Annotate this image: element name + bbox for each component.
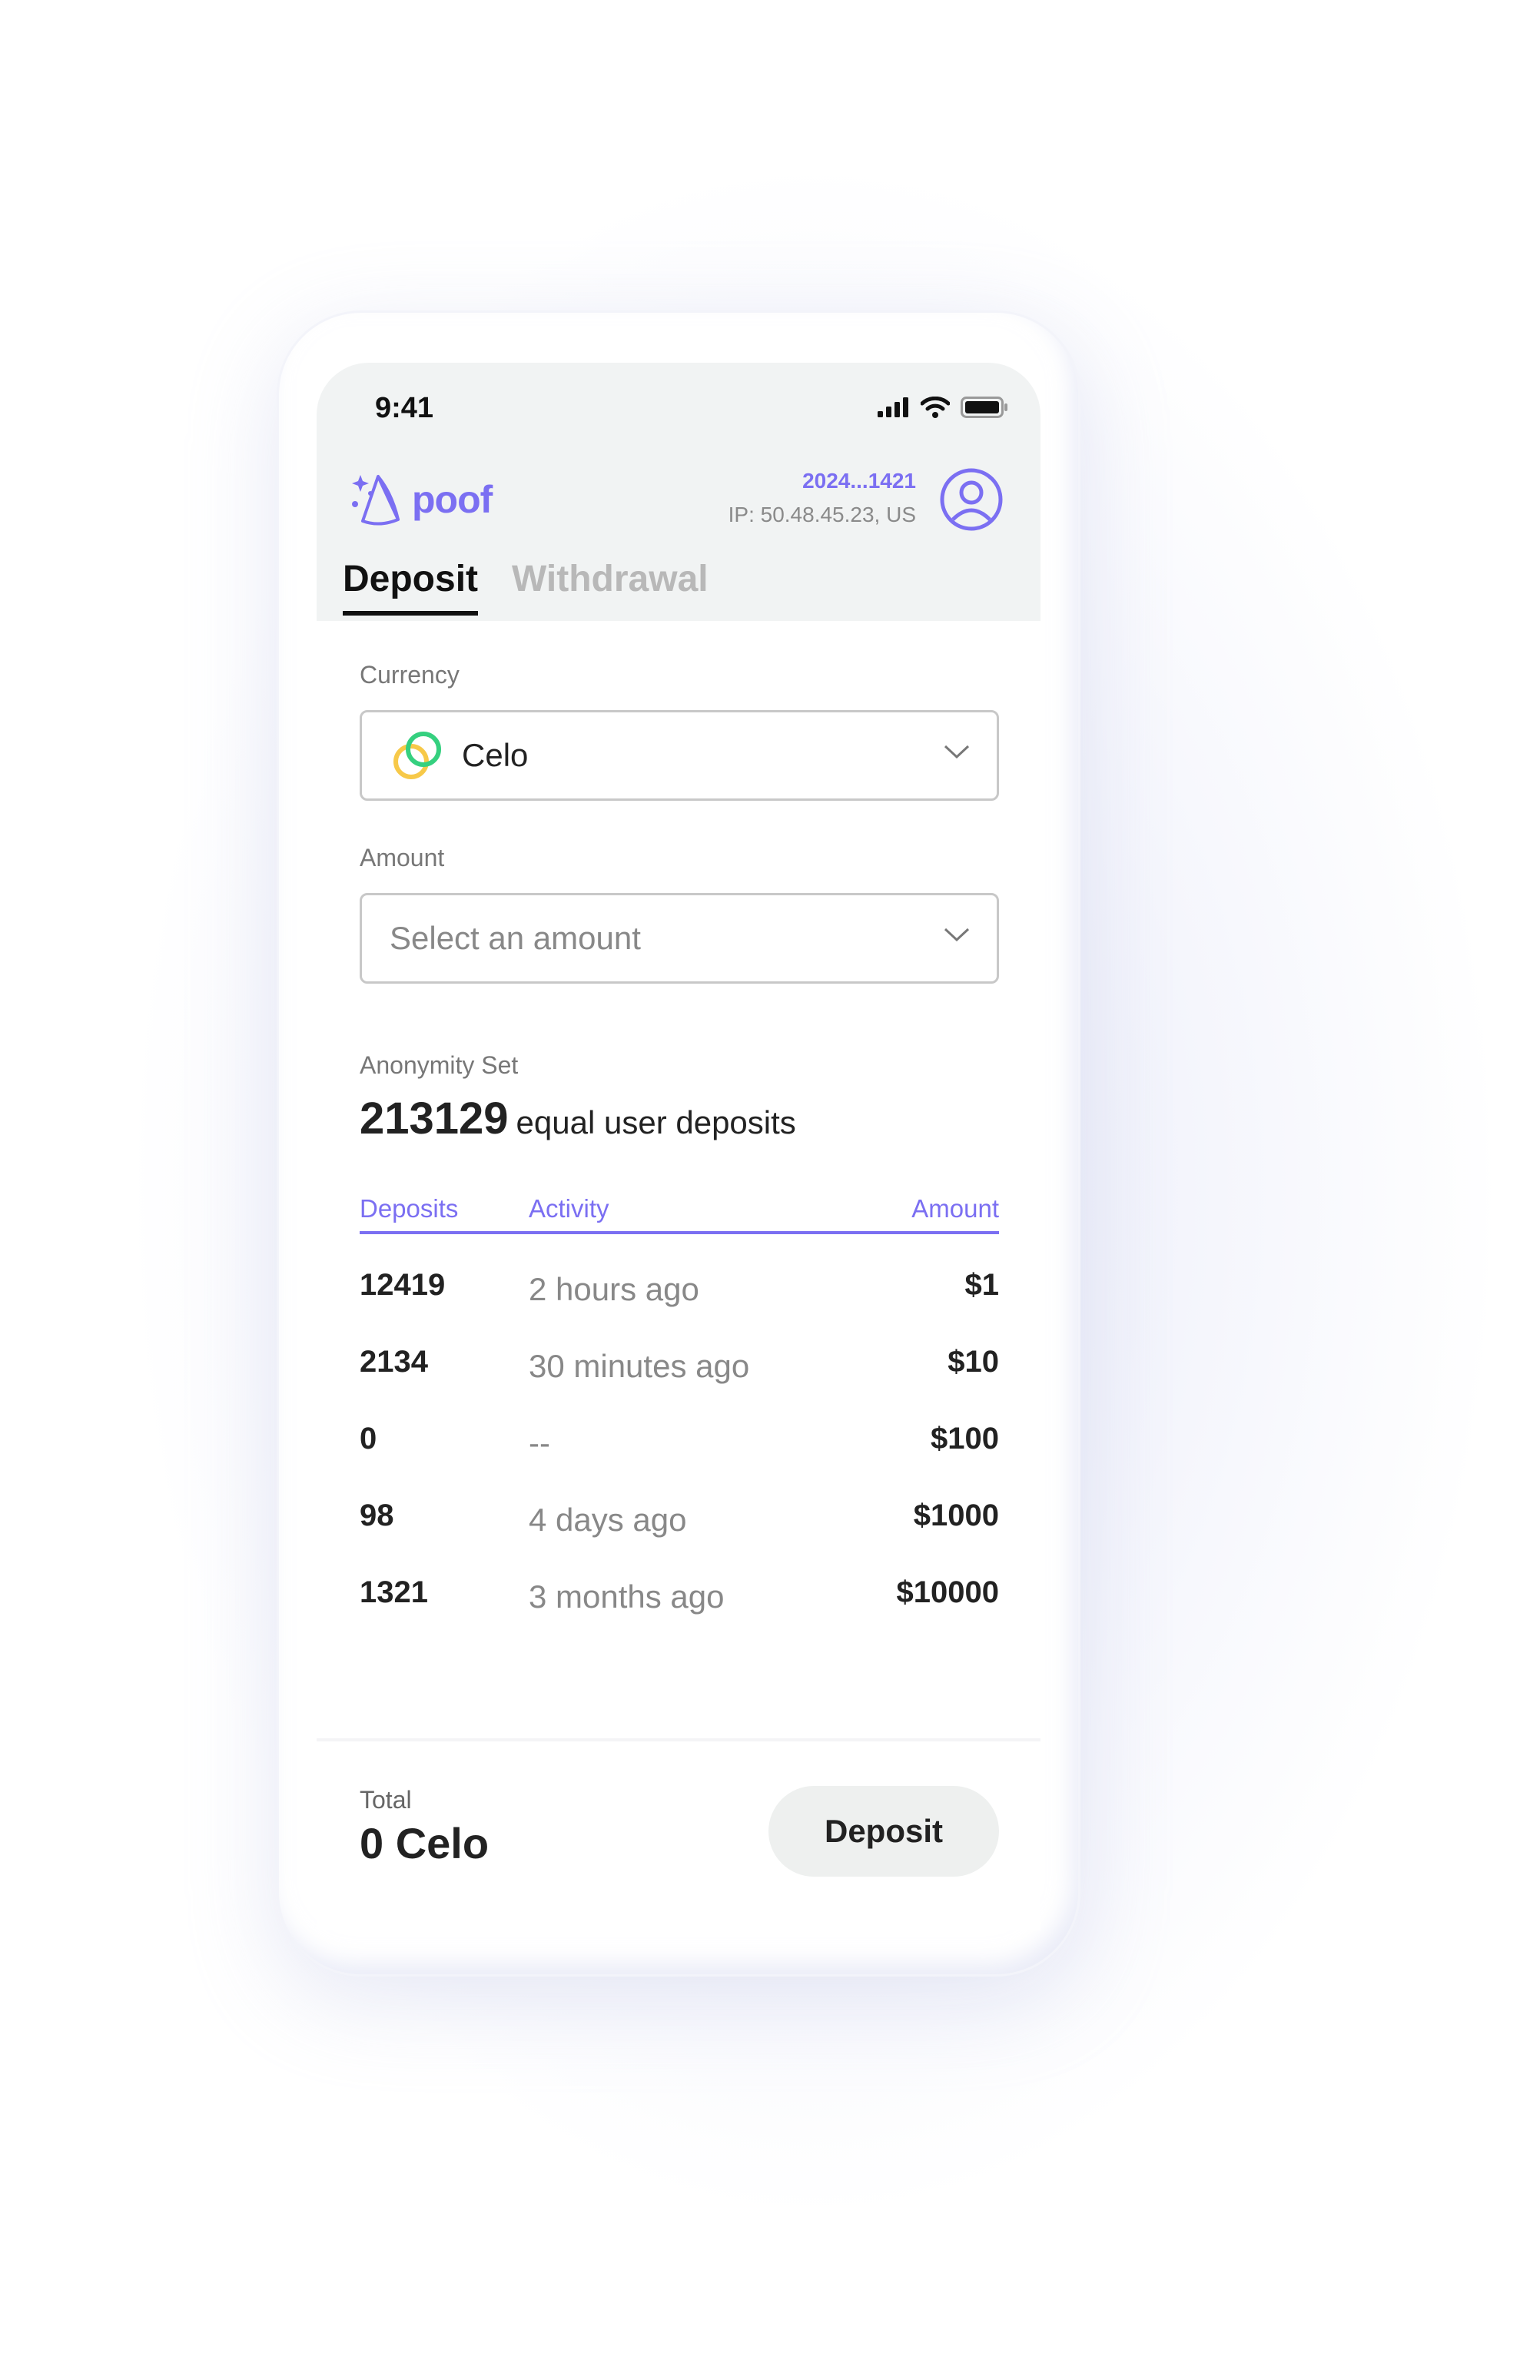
- table-row[interactable]: 2134 30 minutes ago $10: [360, 1345, 999, 1406]
- wizard-hat-icon: [352, 475, 400, 526]
- chevron-down-icon: [944, 745, 970, 759]
- total-label: Total: [360, 1786, 412, 1814]
- amount-cell: $1000: [913, 1499, 999, 1532]
- status-time: 9:41: [375, 392, 434, 424]
- deposit-button[interactable]: Deposit: [768, 1786, 999, 1877]
- table-row[interactable]: 12419 2 hours ago $1: [360, 1268, 999, 1329]
- user-avatar-icon[interactable]: [939, 467, 1004, 532]
- currency-select[interactable]: Celo: [360, 710, 999, 801]
- amount-cell: $1: [964, 1268, 1000, 1302]
- activity-cell: 2 hours ago: [529, 1271, 699, 1307]
- poof-logo[interactable]: poof: [352, 470, 493, 529]
- table-row[interactable]: 0 -- $100: [360, 1422, 999, 1483]
- table-row[interactable]: 98 4 days ago $1000: [360, 1499, 999, 1560]
- activity-cell: 4 days ago: [529, 1502, 687, 1538]
- activity-cell: 30 minutes ago: [529, 1348, 750, 1384]
- ip-address: IP: 50.48.45.23, US: [728, 503, 916, 526]
- column-header-amount: Amount: [911, 1194, 999, 1223]
- activity-cell: --: [529, 1425, 550, 1461]
- deposits-cell: 1321: [360, 1575, 428, 1609]
- wifi-icon: [921, 397, 950, 418]
- column-header-activity: Activity: [529, 1194, 609, 1223]
- anonymity-set-count: 213129 equal user deposits: [360, 1093, 796, 1144]
- amount-placeholder: Select an amount: [390, 920, 641, 956]
- cellular-signal-icon: [878, 397, 908, 417]
- amount-cell: $100: [931, 1422, 999, 1456]
- celo-icon: [393, 732, 441, 779]
- anonymity-count-value: 213129: [360, 1094, 509, 1144]
- tab-bar: Deposit Withdrawal: [343, 558, 709, 616]
- total-value: 0 Celo: [360, 1819, 490, 1867]
- currency-value: Celo: [462, 737, 529, 773]
- app-header: 9:41 poof 2024...1421 IP: 50.48.45.23, U…: [317, 363, 1040, 621]
- amount-cell: $10: [948, 1345, 999, 1379]
- status-icons: [878, 397, 1008, 418]
- deposits-cell: 98: [360, 1499, 394, 1532]
- deposits-cell: 0: [360, 1422, 377, 1456]
- column-header-deposits: Deposits: [360, 1194, 459, 1223]
- amount-cell: $10000: [896, 1575, 999, 1609]
- tab-deposit[interactable]: Deposit: [343, 558, 479, 616]
- amount-label: Amount: [360, 844, 445, 871]
- deposits-cell: 12419: [360, 1268, 446, 1302]
- account-info: 2024...1421 IP: 50.48.45.23, US: [729, 469, 916, 527]
- amount-select[interactable]: Select an amount: [360, 893, 999, 984]
- footer-divider: [317, 1738, 1040, 1741]
- app-screen: 9:41 poof 2024...1421 IP: 50.48.45.23, U…: [317, 363, 1040, 1930]
- chevron-down-icon: [944, 928, 970, 942]
- tab-withdrawal[interactable]: Withdrawal: [512, 558, 709, 616]
- anonymity-set-label: Anonymity Set: [360, 1051, 519, 1079]
- deposits-cell: 2134: [360, 1345, 428, 1379]
- currency-label: Currency: [360, 661, 460, 689]
- account-address: 2024...1421: [802, 469, 916, 493]
- anonymity-count-suffix: equal user deposits: [516, 1104, 796, 1140]
- table-header: Deposits Activity Amount: [360, 1188, 999, 1234]
- table-row[interactable]: 1321 3 months ago $10000: [360, 1575, 999, 1637]
- activity-cell: 3 months ago: [529, 1578, 725, 1615]
- brand-name: poof: [412, 478, 493, 521]
- battery-icon: [961, 397, 1007, 418]
